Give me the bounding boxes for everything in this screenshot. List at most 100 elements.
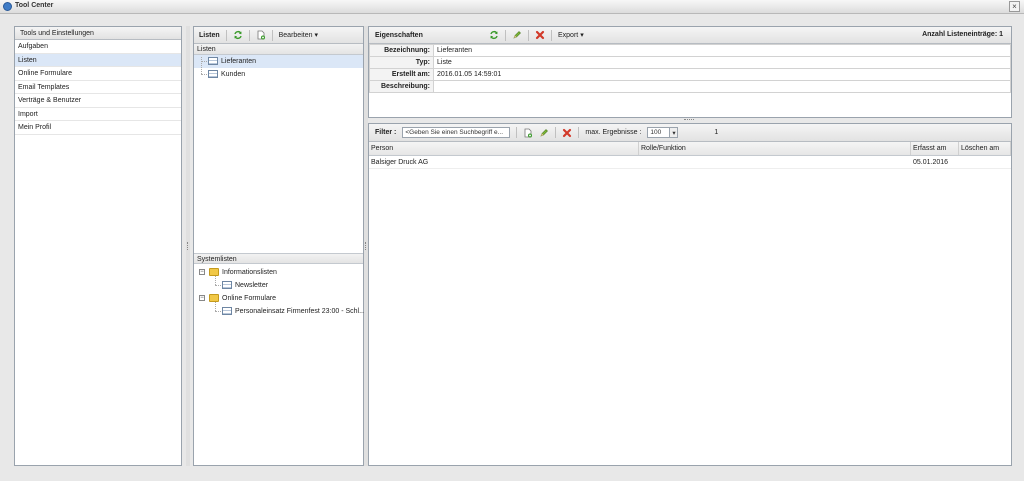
toolbar-separator [551,29,552,41]
edit-menu-button[interactable]: Bearbeiten ▾ [279,31,318,39]
system-list-item[interactable]: Newsletter [194,276,363,292]
edit-pencil-icon[interactable] [512,30,522,40]
toolbar-separator [528,29,529,41]
table-cell [639,156,911,168]
toolbar-separator [271,29,273,41]
entries-table-body: Balsiger Druck AG 05.01.2016 [369,156,1011,169]
window-titlebar: Tool Center × [0,0,1024,14]
table-icon [208,70,218,78]
search-input[interactable]: <Geben Sie einen Suchbegriff e... [402,127,511,138]
splitter-left[interactable] [186,26,190,466]
property-value: 2016.01.05 14:59:01 [433,68,1011,81]
splitter-grip[interactable] [187,242,189,250]
lists-panel: Listen Bearbeiten ▾ Listen Lieferanten Ku… [193,26,365,466]
column-header[interactable]: Rolle/Funktion [639,142,911,155]
close-icon[interactable]: × [1009,1,1020,12]
system-list-group[interactable]: − Informationslisten [194,266,363,279]
property-value: Lieferanten [433,44,1011,57]
filter-bar: Filter : <Geben Sie einen Suchbegriff e.… [369,124,1011,142]
collapse-icon[interactable]: − [199,269,205,275]
window-title: Tool Center [15,2,54,9]
property-row: Bezeichnung: Lieferanten [369,44,1011,57]
system-list-group[interactable]: − Online Formulare [194,292,363,305]
nav-item[interactable]: Verträge & Benutzer [15,94,181,108]
delete-icon[interactable] [535,30,545,40]
toolbar-separator [248,29,250,41]
list-entries-panel: Filter : <Geben Sie einen Suchbegriff e.… [368,123,1012,466]
tree-connector [215,285,221,286]
properties-toolbar: Eigenschaften Export ▾ Anzahl Listeneint… [369,27,1011,44]
column-header[interactable]: Person [369,142,639,155]
add-entry-icon[interactable] [523,128,533,138]
refresh-icon[interactable] [233,30,243,40]
tools-nav-list: Aufgaben Listen Online Formulare Email Temp… [15,40,181,135]
export-label: Export [558,32,579,39]
app-icon [3,2,12,11]
nav-item[interactable]: Aufgaben [15,40,181,54]
nav-item[interactable]: Listen [15,53,181,67]
table-cell: Balsiger Druck AG [371,159,429,166]
lists-section-header: Listen [194,44,363,55]
lists-toolbar: Listen Bearbeiten ▾ [194,27,363,44]
max-results-label: max. Ergebnisse : [585,129,642,136]
property-key: Beschreibung: [369,80,434,93]
property-key: Erstellt am: [369,68,434,81]
splitter-grip[interactable] [365,242,367,250]
filter-label: Filter : [375,129,397,136]
splitter-horizontal-grip[interactable] [684,119,694,121]
folder-icon [209,268,219,276]
tree-connector [201,57,202,74]
nav-item[interactable]: Import [15,108,181,121]
tree-connector [201,74,207,75]
nav-item[interactable]: Email Templates [15,81,181,94]
max-results-select[interactable]: 100 [647,127,670,138]
edit-pencil-icon[interactable] [539,128,549,138]
tree-connector [215,302,216,311]
toolbar-separator [578,127,580,138]
properties-table: Bezeichnung: Lieferanten Typ: Liste Erstellt… [369,44,1011,93]
nav-item[interactable]: Mein Profil [15,121,181,135]
new-list-icon[interactable] [256,30,266,40]
chevron-down-icon[interactable]: ▾ [669,127,679,138]
column-header[interactable]: Erfasst am [911,142,959,155]
lists-tree: Lieferanten Kunden [194,55,363,253]
column-header[interactable]: Löschen am [959,142,1011,155]
property-row: Beschreibung: [369,80,1011,93]
list-item[interactable]: Kunden [194,68,363,81]
toolbar-separator [225,29,227,41]
system-list-item-label: Personaleinsatz Firmenfest 23:00 - Schl.… [235,308,365,315]
collapse-icon[interactable]: − [199,295,205,301]
table-icon [222,281,232,289]
table-row[interactable]: Balsiger Druck AG 05.01.2016 [369,156,1011,169]
refresh-icon[interactable] [489,30,499,40]
system-list-group-label: Online Formulare [222,295,277,302]
tools-panel: Tools und Einstellungen Aufgaben Listen On… [14,26,182,466]
property-value [433,80,1011,93]
table-cell [959,156,1011,168]
properties-title: Eigenschaften [375,31,423,39]
list-item-label: Kunden [221,71,246,78]
system-list-item[interactable]: Personaleinsatz Firmenfest 23:00 - Schl.… [194,302,365,318]
entries-table-header: Person Rolle/Funktion Erfasst am Löschen am [369,142,1011,156]
toolbar-separator [555,127,557,138]
tools-panel-header: Tools und Einstellungen [15,27,181,40]
system-lists-tree: − Informationslisten Newsletter − Online For… [194,264,365,318]
system-lists-header: Systemlisten [194,253,363,264]
toolbar-separator [505,29,506,41]
nav-item[interactable]: Online Formulare [15,67,181,81]
property-row: Typ: Liste [369,56,1011,69]
page-number: 1 [714,129,719,136]
table-icon [208,57,218,65]
property-value: Liste [433,56,1011,69]
property-key: Bezeichnung: [369,44,434,57]
tree-connector [215,276,216,285]
edit-menu-label: Bearbeiten [278,32,313,39]
list-item[interactable]: Lieferanten [194,55,363,68]
delete-icon[interactable] [562,128,572,138]
list-entry-count: Anzahl Listeneinträge: 1 [922,31,1003,38]
table-icon [222,307,232,315]
chevron-down-icon: ▾ [580,32,584,39]
folder-icon [209,294,219,302]
export-menu-button[interactable]: Export ▾ [558,31,584,39]
table-cell: 05.01.2016 [913,159,949,166]
